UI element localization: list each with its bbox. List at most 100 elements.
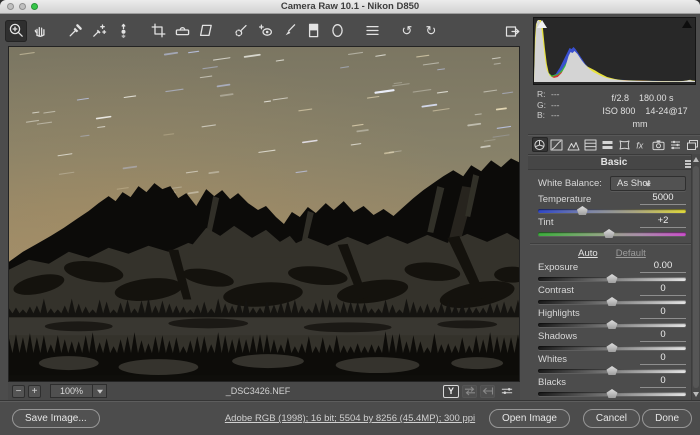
- adjustment-brush-tool[interactable]: [278, 20, 300, 42]
- radial-filter-tool[interactable]: [326, 20, 348, 42]
- copy-settings-button[interactable]: [480, 385, 495, 398]
- zoom-level-select[interactable]: 100%: [50, 384, 107, 398]
- white-balance-tool[interactable]: [64, 20, 86, 42]
- zoom-level-value: 100%: [50, 384, 92, 398]
- preview-strip: − + 100% _DSC3426.NEF Y: [8, 382, 520, 400]
- exif-readout: f/2.8180.00 s ISO 80014-24@17 mm: [589, 89, 696, 131]
- crop-tool[interactable]: [147, 20, 169, 42]
- done-button[interactable]: Done: [642, 409, 692, 428]
- tab-camera-calibration[interactable]: [650, 137, 666, 152]
- night-sky-photo: [9, 47, 519, 381]
- tab-detail[interactable]: [566, 137, 582, 152]
- tab-presets[interactable]: [667, 137, 683, 152]
- zoom-in-icon: +: [32, 386, 38, 397]
- toolbar-group: ↺↻: [396, 20, 442, 42]
- histogram[interactable]: [533, 17, 696, 85]
- tab-hsl-grayscale[interactable]: [583, 137, 599, 152]
- tab-split-toning[interactable]: [600, 137, 616, 152]
- swap-views-icon: [464, 386, 476, 396]
- default-link[interactable]: Default: [616, 248, 646, 259]
- shadow-clipping-indicator[interactable]: [537, 20, 547, 28]
- titlebar: Camera Raw 10.1 - Nikon D850: [0, 0, 700, 14]
- cancel-button[interactable]: Cancel: [583, 409, 640, 428]
- tint-slider: Tint +2: [538, 217, 686, 238]
- targeted-adjustment-tool[interactable]: [112, 20, 134, 42]
- zoom-tool[interactable]: [5, 20, 27, 42]
- rotate-cw-button-icon: ↻: [426, 24, 437, 37]
- highlights-value[interactable]: 0: [640, 306, 686, 319]
- panel-scrollbar[interactable]: [691, 154, 700, 400]
- rotate-cw-button[interactable]: ↻: [420, 20, 442, 42]
- temperature-value[interactable]: 5000: [640, 192, 686, 205]
- highlight-clipping-indicator[interactable]: [682, 20, 692, 28]
- tab-lens-corrections[interactable]: [617, 137, 633, 152]
- shadows-value[interactable]: 0: [640, 329, 686, 342]
- temperature-thumb[interactable]: [577, 206, 588, 215]
- footer-bar: Save Image... Adobe RGB (1998); 16 bit; …: [0, 400, 700, 435]
- fullscreen-toggle-icon[interactable]: [501, 20, 523, 42]
- before-after-toggle[interactable]: Y: [443, 385, 459, 398]
- preview-toggles: Y: [443, 384, 516, 398]
- auto-default-row: Auto Default: [538, 247, 686, 260]
- scroll-up-icon[interactable]: [693, 157, 699, 162]
- shadows-slider: Shadows0: [538, 331, 686, 352]
- open-image-button[interactable]: Open Image: [489, 409, 570, 428]
- divider: [530, 243, 698, 245]
- highlights-slider: Highlights0: [538, 308, 686, 329]
- r-value: ---: [551, 89, 560, 99]
- swap-views-button[interactable]: [462, 385, 477, 398]
- image-preview[interactable]: [8, 46, 520, 382]
- temperature-track[interactable]: [538, 209, 686, 213]
- white-balance-select[interactable]: As Shot: [610, 176, 686, 191]
- tab-tone-curve[interactable]: [549, 137, 565, 152]
- tab-basic[interactable]: [532, 137, 548, 152]
- toolbar-group: [230, 20, 348, 42]
- exposure-value[interactable]: 0.00: [640, 260, 686, 273]
- adjustments-panel: R:--- G:--- B:--- f/2.8180.00 s ISO 8001…: [528, 14, 700, 400]
- temperature-slider: Temperature5000: [538, 194, 686, 215]
- zoom-out-button[interactable]: −: [12, 385, 25, 398]
- white-balance-label: White Balance:: [538, 178, 610, 189]
- scrollbar-thumb[interactable]: [693, 166, 699, 388]
- blacks-label: Blacks: [538, 377, 566, 388]
- shutter-value: 180.00 s: [639, 93, 674, 103]
- preview-preferences-button[interactable]: [498, 384, 516, 398]
- exposure-slider: Exposure0.00: [538, 262, 686, 283]
- zoom-in-button[interactable]: +: [28, 385, 41, 398]
- iso-value: ISO 800: [602, 106, 635, 116]
- toolbar-group: [64, 20, 134, 42]
- window-title: Camera Raw 10.1 - Nikon D850: [0, 1, 700, 12]
- highlights-thumb[interactable]: [607, 320, 618, 329]
- red-eye-tool[interactable]: [254, 20, 276, 42]
- rotate-ccw-button[interactable]: ↺: [396, 20, 418, 42]
- tint-thumb[interactable]: [604, 229, 615, 238]
- blacks-thumb[interactable]: [607, 389, 618, 398]
- scroll-down-icon[interactable]: [693, 392, 699, 397]
- auto-link[interactable]: Auto: [578, 248, 598, 259]
- presets-list-button[interactable]: [361, 20, 383, 42]
- color-sampler-tool[interactable]: [88, 20, 110, 42]
- whites-slider: Whites0: [538, 354, 686, 375]
- exposure-thumb[interactable]: [607, 274, 618, 283]
- transform-tool[interactable]: [195, 20, 217, 42]
- straighten-tool[interactable]: [171, 20, 193, 42]
- tab-effects[interactable]: fx: [633, 137, 649, 152]
- tab-snapshots[interactable]: [684, 137, 700, 152]
- shadows-thumb[interactable]: [607, 343, 618, 352]
- toolbar-group: [361, 20, 383, 42]
- tint-value[interactable]: +2: [640, 215, 686, 228]
- hand-tool[interactable]: [29, 20, 51, 42]
- toolbar-group: [5, 20, 51, 42]
- blacks-value[interactable]: 0: [640, 375, 686, 388]
- svg-text:fx: fx: [636, 140, 644, 150]
- tint-label: Tint: [538, 217, 553, 228]
- contrast-thumb[interactable]: [607, 297, 618, 306]
- whites-value[interactable]: 0: [640, 352, 686, 365]
- contrast-value[interactable]: 0: [640, 283, 686, 296]
- whites-thumb[interactable]: [607, 366, 618, 375]
- graduated-filter-tool[interactable]: [302, 20, 324, 42]
- g-value: ---: [551, 100, 560, 110]
- toolbar: ↺↻: [5, 17, 455, 44]
- spot-removal-tool[interactable]: [230, 20, 252, 42]
- rgb-readout: R:--- G:--- B:---: [537, 89, 589, 131]
